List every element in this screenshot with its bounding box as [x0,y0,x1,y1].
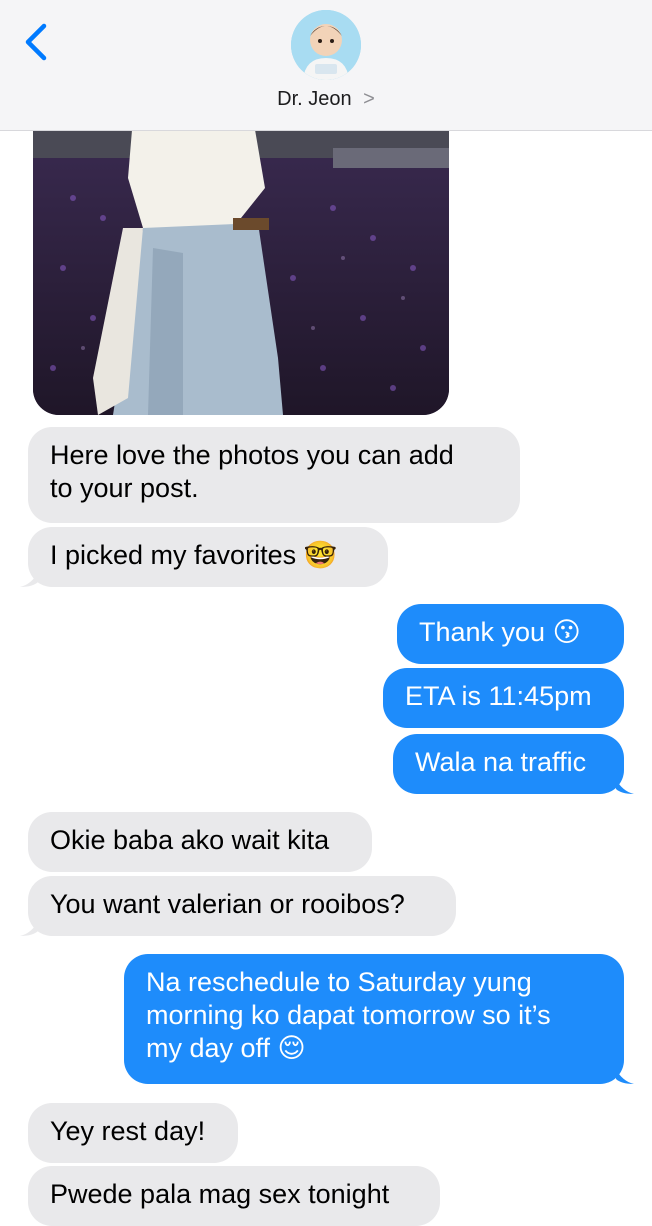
message-text-line: Here love the photos you can add [50,440,454,470]
chevron-right-icon: > [363,88,375,110]
message-bubble-incoming[interactable]: Here love the photos you can add to your… [28,427,520,523]
chevron-left-icon [25,23,47,61]
bubble-tail [616,779,634,794]
message-bubble-incoming[interactable]: Pwede pala mag sex tonight [28,1166,440,1226]
avatar-image [291,10,361,80]
message-bubble-incoming[interactable]: Yey rest day! [28,1103,238,1163]
bubble-tail [20,572,38,587]
message-bubble-incoming[interactable]: Okie baba ako wait kita [28,812,372,872]
contact-name: Dr. Jeon [277,88,352,110]
message-text-line: Na reschedule to Saturday yung [146,967,532,997]
message-bubble-outgoing[interactable]: Wala na traffic [393,734,624,794]
message-bubble-outgoing[interactable]: Thank you 😗 [397,604,624,664]
bubble-tail [20,921,38,936]
message-text: Wala na traffic [415,747,587,777]
message-text: I picked my favorites 🤓 [50,540,338,570]
message-bubble-outgoing[interactable]: Na reschedule to Saturday yung morning k… [124,954,624,1084]
message-text-line: to your post. [50,473,199,503]
photo-attachment[interactable] [33,118,449,415]
message-bubble-outgoing[interactable]: ETA is 11:45pm [383,668,624,728]
conversation-header: Dr. Jeon > [0,0,652,131]
message-text: You want valerian or rooibos? [50,889,405,919]
message-text: Okie baba ako wait kita [50,825,330,855]
contact-avatar[interactable] [291,10,361,80]
message-text: Yey rest day! [50,1116,206,1146]
contact-name-button[interactable]: Dr. Jeon > [0,88,652,111]
message-bubble-incoming[interactable]: I picked my favorites 🤓 [28,527,388,587]
message-text: ETA is 11:45pm [405,681,592,711]
message-bubble-incoming[interactable]: You want valerian or rooibos? [28,876,456,936]
message-text: Pwede pala mag sex tonight [50,1179,390,1209]
bubble-tail [616,1069,634,1084]
message-text-line: my day off 😌 [146,1033,306,1063]
concert-photo-image [33,118,449,415]
message-text-line: morning ko dapat tomorrow so it’s [146,1000,551,1030]
back-button[interactable] [20,20,56,64]
message-text: Thank you 😗 [419,617,581,647]
